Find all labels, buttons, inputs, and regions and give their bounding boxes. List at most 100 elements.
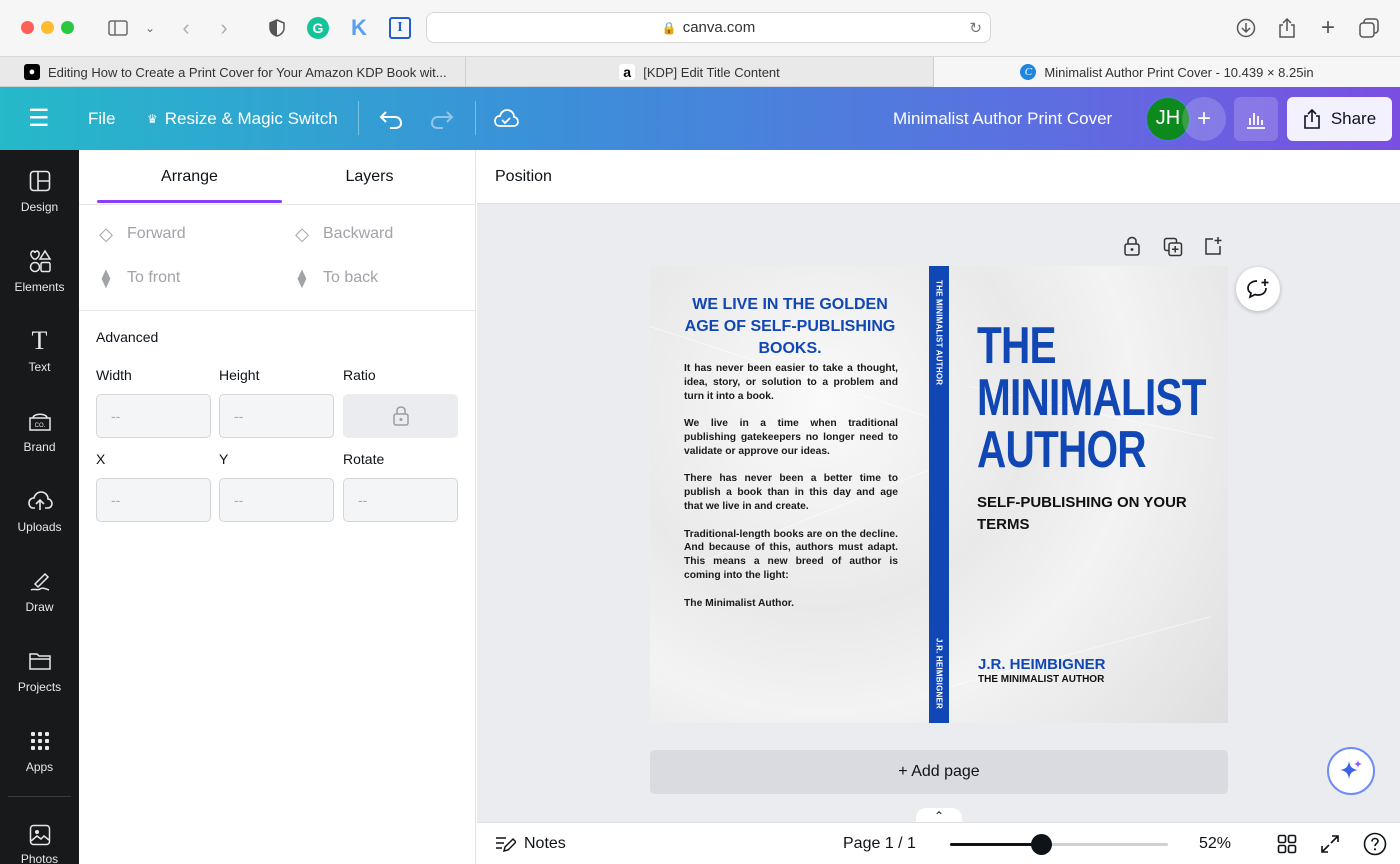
tab-kdp[interactable]: a [KDP] Edit Title Content bbox=[466, 57, 934, 87]
rail-label: Projects bbox=[17, 680, 62, 694]
rail-apps[interactable]: Apps bbox=[0, 728, 79, 798]
insights-button[interactable] bbox=[1234, 87, 1278, 150]
chevron-down-icon[interactable]: ⌄ bbox=[136, 14, 164, 42]
width-field[interactable]: -- bbox=[96, 394, 211, 438]
tab-medium[interactable]: ● Editing How to Create a Print Cover fo… bbox=[0, 57, 466, 87]
close-window-button[interactable] bbox=[21, 21, 34, 34]
layout-icon bbox=[27, 168, 53, 194]
x-field[interactable]: -- bbox=[96, 478, 211, 522]
share-label: Share bbox=[1330, 108, 1377, 128]
folder-icon bbox=[27, 648, 53, 674]
rail-photos[interactable]: Photos bbox=[0, 824, 79, 864]
zoom-slider-fill bbox=[950, 843, 1042, 846]
author-name[interactable]: J.R. HEIMBIGNER bbox=[978, 656, 1106, 673]
fullscreen-icon[interactable] bbox=[1320, 834, 1340, 859]
title-line: AUTHOR bbox=[977, 421, 1147, 479]
k-extension-icon[interactable]: K bbox=[345, 14, 373, 42]
rail-projects[interactable]: Projects bbox=[0, 648, 79, 718]
duplicate-page-icon[interactable] bbox=[1163, 237, 1183, 262]
divider bbox=[358, 101, 359, 135]
rail-elements[interactable]: Elements bbox=[0, 248, 79, 318]
author-tagline[interactable]: THE MINIMALIST AUTHOR bbox=[978, 674, 1104, 685]
instapaper-icon[interactable]: I bbox=[386, 14, 414, 42]
rail-label: Photos bbox=[20, 852, 59, 864]
spine[interactable]: THE MINIMALIST AUTHOR J.R. HEIMBIGNER bbox=[929, 266, 949, 723]
page-indicator[interactable]: Page 1 / 1 bbox=[843, 835, 916, 853]
zoom-level[interactable]: 52% bbox=[1199, 835, 1231, 853]
layer-backward-icon: ◇ bbox=[295, 223, 309, 244]
back-icon[interactable]: ‹ bbox=[172, 14, 200, 42]
resize-button[interactable]: ♛ Resize & Magic Switch bbox=[147, 87, 338, 150]
front-title[interactable]: THE MINIMALIST AUTHOR bbox=[977, 317, 1207, 479]
sidebar-toggle-icon[interactable] bbox=[104, 14, 132, 42]
shield-icon[interactable] bbox=[263, 14, 291, 42]
divider bbox=[475, 101, 476, 135]
download-icon[interactable] bbox=[1232, 14, 1260, 42]
share-page-icon[interactable] bbox=[1273, 14, 1301, 42]
help-icon[interactable] bbox=[1363, 832, 1387, 861]
design-title[interactable]: Minimalist Author Print Cover bbox=[893, 87, 1112, 150]
backward-button[interactable]: ◇ Backward bbox=[289, 216, 393, 252]
undo-icon[interactable] bbox=[378, 87, 404, 150]
tab-layers[interactable]: Layers bbox=[277, 150, 462, 204]
brand-icon: CO. bbox=[27, 408, 53, 434]
rail-text[interactable]: T Text bbox=[0, 326, 79, 398]
zoom-slider[interactable] bbox=[950, 834, 1168, 855]
to-front-button[interactable]: ⧫ To front bbox=[93, 260, 181, 296]
tab-overview-icon[interactable] bbox=[1355, 14, 1383, 42]
side-rail: Design Elements T Text CO. Brand Uploads… bbox=[0, 150, 79, 864]
grid-view-icon[interactable] bbox=[1277, 834, 1297, 859]
lock-page-icon[interactable] bbox=[1123, 236, 1141, 261]
lock-icon: 🔒 bbox=[661, 20, 677, 35]
blurb-paragraph: Traditional-length books are on the decl… bbox=[684, 528, 898, 581]
position-button[interactable]: Position bbox=[495, 168, 552, 186]
new-tab-icon[interactable]: + bbox=[1314, 14, 1342, 42]
share-button[interactable]: Share bbox=[1287, 87, 1392, 150]
back-cover-heading[interactable]: WE LIVE IN THE GOLDEN AGE OF SELF-PUBLIS… bbox=[684, 294, 896, 360]
backward-label: Backward bbox=[323, 225, 394, 242]
comment-button[interactable] bbox=[1236, 267, 1280, 311]
tab-label: Editing How to Create a Print Cover for … bbox=[48, 64, 447, 80]
menu-icon[interactable]: ☰ bbox=[28, 87, 50, 150]
rail-brand[interactable]: CO. Brand bbox=[0, 408, 79, 478]
address-bar[interactable]: 🔒 canva.com ↻ bbox=[426, 12, 991, 43]
redo-icon[interactable] bbox=[429, 87, 455, 150]
divider bbox=[79, 204, 475, 205]
cloud-saved-icon[interactable] bbox=[493, 87, 519, 150]
tab-canva[interactable]: C Minimalist Author Print Cover - 10.439… bbox=[934, 57, 1400, 87]
y-field[interactable]: -- bbox=[219, 478, 334, 522]
grammarly-icon[interactable]: G bbox=[304, 14, 332, 42]
ratio-lock-button[interactable] bbox=[343, 394, 458, 438]
forward-button[interactable]: ◇ Forward bbox=[93, 216, 186, 252]
forward-icon[interactable]: › bbox=[210, 14, 238, 42]
add-page-button[interactable]: + Add page bbox=[650, 750, 1228, 794]
spine-title: THE MINIMALIST AUTHOR bbox=[934, 280, 944, 386]
invite-button[interactable]: + bbox=[1182, 87, 1226, 150]
tab-label: Minimalist Author Print Cover - 10.439 ×… bbox=[1044, 64, 1314, 80]
height-field[interactable]: -- bbox=[219, 394, 334, 438]
reload-icon[interactable]: ↻ bbox=[969, 19, 982, 37]
image-icon bbox=[27, 824, 53, 846]
add-page-icon[interactable] bbox=[1203, 236, 1223, 261]
front-subtitle[interactable]: SELF-PUBLISHING ON YOUR TERMS bbox=[977, 492, 1197, 536]
tab-arrange[interactable]: Arrange bbox=[97, 150, 282, 204]
bottom-bar: Notes Page 1 / 1 52% bbox=[477, 822, 1400, 864]
blurb-paragraph: The Minimalist Author. bbox=[684, 597, 795, 609]
title-line: THE bbox=[977, 317, 1057, 375]
zoom-window-button[interactable] bbox=[61, 21, 74, 34]
blurb-paragraph: It has never been easier to take a thoug… bbox=[684, 363, 898, 402]
magic-assistant-button[interactable] bbox=[1327, 747, 1375, 795]
back-cover-blurb[interactable]: It has never been easier to take a thoug… bbox=[684, 362, 898, 624]
rail-uploads[interactable]: Uploads bbox=[0, 488, 79, 558]
zoom-slider-handle[interactable] bbox=[1031, 834, 1053, 855]
width-label: Width bbox=[96, 367, 132, 383]
rail-draw[interactable]: Draw bbox=[0, 568, 79, 638]
rotate-field[interactable]: -- bbox=[343, 478, 458, 522]
browser-tabs: ● Editing How to Create a Print Cover fo… bbox=[0, 57, 1400, 87]
rail-design[interactable]: Design bbox=[0, 168, 79, 238]
book-cover-page[interactable]: WE LIVE IN THE GOLDEN AGE OF SELF-PUBLIS… bbox=[650, 266, 1228, 723]
notes-button[interactable]: Notes bbox=[494, 834, 566, 854]
file-menu[interactable]: File bbox=[88, 87, 115, 150]
to-back-button[interactable]: ⧫ To back bbox=[289, 260, 379, 296]
minimize-window-button[interactable] bbox=[41, 21, 54, 34]
